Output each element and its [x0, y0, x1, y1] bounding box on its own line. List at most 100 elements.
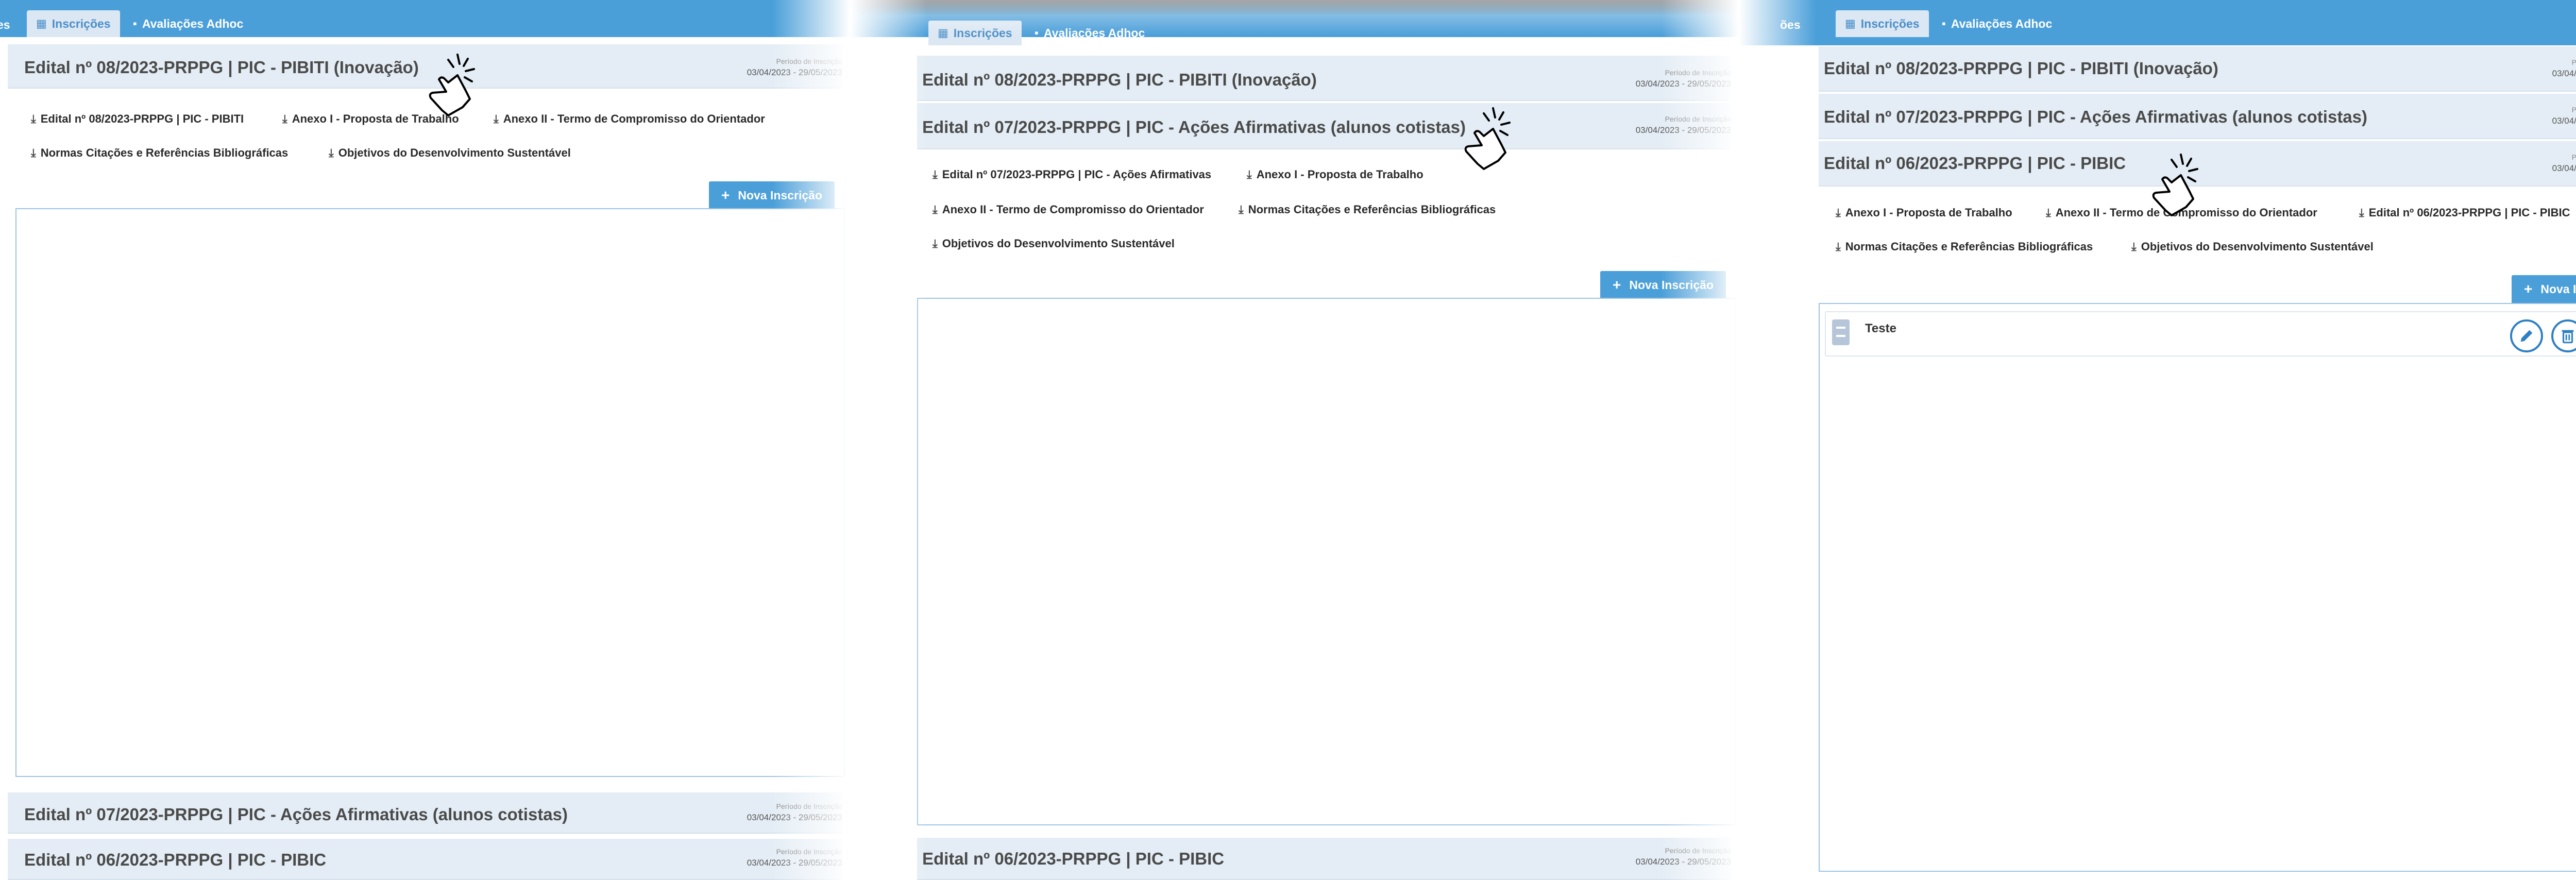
accordion-title: Edital nº 08/2023-PRPPG | PIC - PIBITI (…: [24, 58, 419, 77]
tab-cut[interactable]: ões: [1780, 11, 1801, 38]
download-icon: ⤓: [933, 203, 938, 216]
list-item[interactable]: Teste: [1825, 311, 2576, 357]
download-link[interactable]: ⤓ Anexo II - Termo de Compromisso do Orie…: [933, 203, 1204, 216]
tab-avaliacoes-adhoc[interactable]: ▪ Avaliações Adhoc: [1025, 21, 1154, 45]
top-nav-bar: ões ▦ Inscrições ▪ Avaliações Adhoc: [1739, 0, 2576, 45]
periodo-inscricao: Período de Inscrição 03/04/2023 - 29/05/…: [729, 846, 842, 869]
download-label: Edital nº 06/2023-PRPPG | PIC - PIBIC: [2368, 206, 2570, 219]
tab-inscricoes[interactable]: ▦ Inscrições: [27, 10, 120, 37]
tab-inscricoes[interactable]: ▦ Inscrições: [1836, 10, 1929, 37]
nova-inscricao-button[interactable]: + Nova Inscrição: [1600, 271, 1726, 299]
tab-avaliacoes-adhoc[interactable]: ▪ Avaliações Adhoc: [1933, 10, 2061, 37]
periodo-inscricao: Período de Inscrição 03/04/2023 - 29/05/…: [1618, 113, 1731, 136]
periodo-label: Período de Inscrição: [2571, 153, 2576, 161]
accordion-edital-06[interactable]: Edital nº 06/2023-PRPPG | PIC - PIBIC Pe…: [8, 839, 842, 880]
document-icon: ▪: [1942, 17, 1946, 30]
download-link[interactable]: ⤓ Normas Citações e Referências Bibliográ…: [1836, 240, 2093, 253]
download-label: Normas Citações e Referências Bibliográf…: [40, 146, 289, 159]
record-icon: [1832, 319, 1850, 345]
download-label: Normas Citações e Referências Bibliográf…: [1845, 240, 2093, 253]
delete-button[interactable]: [2551, 319, 2576, 352]
inscricoes-list: [15, 208, 845, 777]
inscricoes-list: Teste: [1819, 303, 2576, 872]
document-icon: ▪: [1035, 26, 1039, 39]
download-label: Anexo I - Proposta de Trabalho: [1845, 206, 2012, 219]
download-label: Objetivos do Desenvolvimento Sustentável: [338, 146, 571, 159]
nova-inscricao-label: Nova Inscrição: [2540, 282, 2576, 296]
periodo-value: 03/04/2023 - 29/05/2023: [1635, 125, 1731, 135]
nova-inscricao-button[interactable]: + Nova Inscrição: [709, 181, 835, 209]
download-link[interactable]: ⤓ Objetivos do Desenvolvimento Sustentáve…: [933, 237, 1175, 250]
accordion-edital-06[interactable]: Edital nº 06/2023-PRPPG | PIC - PIBIC Pe…: [917, 838, 1731, 880]
tab-cut-label: ões: [1780, 18, 1801, 31]
download-link[interactable]: ⤓ Normas Citações e Referências Bibliográ…: [1239, 203, 1496, 216]
periodo-inscricao: Período de Inscrição 03/04/2023 - 29/05/…: [2524, 57, 2576, 79]
periodo-label: Período de Inscrição: [776, 848, 842, 856]
periodo-inscricao: Período de Inscrição 03/04/2023 - 29/05/…: [729, 801, 842, 823]
periodo-inscricao: Período de Inscrição 03/04/2023 - 29/05/…: [2524, 104, 2576, 127]
download-icon: ⤓: [933, 168, 938, 181]
accordion-title: Edital nº 07/2023-PRPPG | PIC - Ações Af…: [922, 117, 1466, 137]
inscricoes-list: [917, 298, 1736, 825]
periodo-value: 03/04/2023 - 29/05/2023: [747, 67, 842, 77]
download-icon: ⤓: [2359, 206, 2364, 219]
download-icon: ⤓: [494, 112, 499, 125]
accordion-edital-08[interactable]: Edital nº 08/2023-PRPPG | PIC - PIBITI (…: [1819, 46, 2576, 92]
download-link[interactable]: ⤓ Normas Citações e Referências Bibliográ…: [31, 146, 288, 160]
download-link[interactable]: ⤓ Objetivos do Desenvolvimento Sustentáve…: [2131, 240, 2374, 253]
periodo-inscricao: Período de Inscrição 03/04/2023 - 29/05/…: [1618, 67, 1731, 90]
download-icon: ⤓: [2046, 206, 2051, 219]
periodo-label: Período de Inscrição: [1665, 115, 1731, 123]
plus-icon: +: [721, 187, 730, 203]
accordion-edital-07[interactable]: Edital nº 07/2023-PRPPG | PIC - Ações Af…: [8, 792, 842, 834]
tab-inscricoes-label: Inscrições: [1860, 16, 1920, 30]
tab-cut[interactable]: es: [0, 11, 10, 38]
accordion-title: Edital nº 08/2023-PRPPG | PIC - PIBITI (…: [922, 70, 1317, 89]
download-link[interactable]: ⤓ Edital nº 07/2023-PRPPG | PIC - Ações A…: [933, 168, 1211, 181]
periodo-value: 03/04/2023 - 29/05/20: [2552, 163, 2576, 173]
pointer-cursor-icon: [2152, 154, 2198, 216]
document-icon: ▪: [133, 17, 137, 30]
download-label: Anexo II - Termo de Compromisso do Orien…: [503, 112, 765, 125]
download-link[interactable]: ⤓ Anexo I - Proposta de Trabalho: [1836, 206, 2012, 219]
tab-avaliacoes-label: Avaliações Adhoc: [1951, 16, 2053, 30]
top-nav-bar: ▦ Inscrições ▪ Avaliações Adhoc: [850, 0, 1739, 45]
edge-fade: [850, 0, 927, 880]
accordion-title: Edital nº 08/2023-PRPPG | PIC - PIBITI (…: [1824, 59, 2218, 78]
periodo-label: Período de Inscrição: [1665, 69, 1731, 77]
download-link[interactable]: ⤓ Edital nº 06/2023-PRPPG | PIC - PIBIC: [2359, 206, 2570, 219]
inscricao-name: Teste: [1865, 321, 1896, 335]
download-link[interactable]: ⤓ Anexo II - Termo de Compromisso do Orie…: [494, 112, 765, 126]
periodo-inscricao: Período de Inscrição 03/04/2023 - 29/05/…: [729, 56, 842, 78]
edit-button[interactable]: [2510, 319, 2543, 352]
periodo-label: Período de Inscrição: [776, 57, 842, 65]
accordion-title: Edital nº 06/2023-PRPPG | PIC - PIBIC: [24, 850, 327, 869]
trash-icon: [2562, 330, 2574, 344]
accordion-title: Edital nº 07/2023-PRPPG | PIC - Ações Af…: [24, 805, 568, 824]
tab-avaliacoes-adhoc[interactable]: ▪ Avaliações Adhoc: [124, 10, 252, 37]
download-label: Objetivos do Desenvolvimento Sustentável: [942, 237, 1175, 250]
nova-inscricao-button[interactable]: + Nova Inscrição: [2512, 275, 2576, 303]
download-icon: ⤓: [1836, 206, 1841, 219]
accordion-edital-07[interactable]: Edital nº 07/2023-PRPPG | PIC - Ações Af…: [1819, 94, 2576, 139]
tab-avaliacoes-label: Avaliações Adhoc: [1043, 26, 1145, 40]
pointer-cursor-icon: [429, 54, 475, 116]
tab-inscricoes[interactable]: ▦ Inscrições: [928, 21, 1022, 45]
tab-inscricoes-label: Inscrições: [52, 16, 111, 30]
download-link[interactable]: ⤓ Objetivos do Desenvolvimento Sustentáve…: [329, 146, 571, 160]
accordion-edital-07[interactable]: Edital nº 07/2023-PRPPG | PIC - Ações Af…: [917, 103, 1731, 149]
calendar-icon: ▦: [1845, 17, 1856, 30]
periodo-value: 03/04/2023 - 29/05/2023: [1635, 79, 1731, 89]
periodo-value: 03/04/2023 - 29/05/20: [2552, 116, 2576, 126]
download-icon: ⤓: [933, 237, 938, 250]
periodo-label: Período de Inscrição: [776, 802, 842, 810]
periodo-value: 03/04/2023 - 29/05/20: [2552, 69, 2576, 78]
download-icon: ⤓: [282, 112, 287, 125]
download-link[interactable]: ⤓ Anexo I - Proposta de Trabalho: [1247, 168, 1423, 181]
download-label: Anexo II - Termo de Compromisso do Orien…: [942, 203, 1204, 216]
accordion-edital-08[interactable]: Edital nº 08/2023-PRPPG | PIC - PIBITI (…: [917, 56, 1731, 101]
accordion-title: Edital nº 06/2023-PRPPG | PIC - PIBIC: [922, 849, 1225, 868]
plus-icon: +: [1613, 277, 1621, 293]
periodo-label: Período de Inscrição: [2571, 58, 2576, 66]
download-link[interactable]: ⤓ Edital nº 08/2023-PRPPG | PIC - PIBITI: [31, 112, 244, 126]
